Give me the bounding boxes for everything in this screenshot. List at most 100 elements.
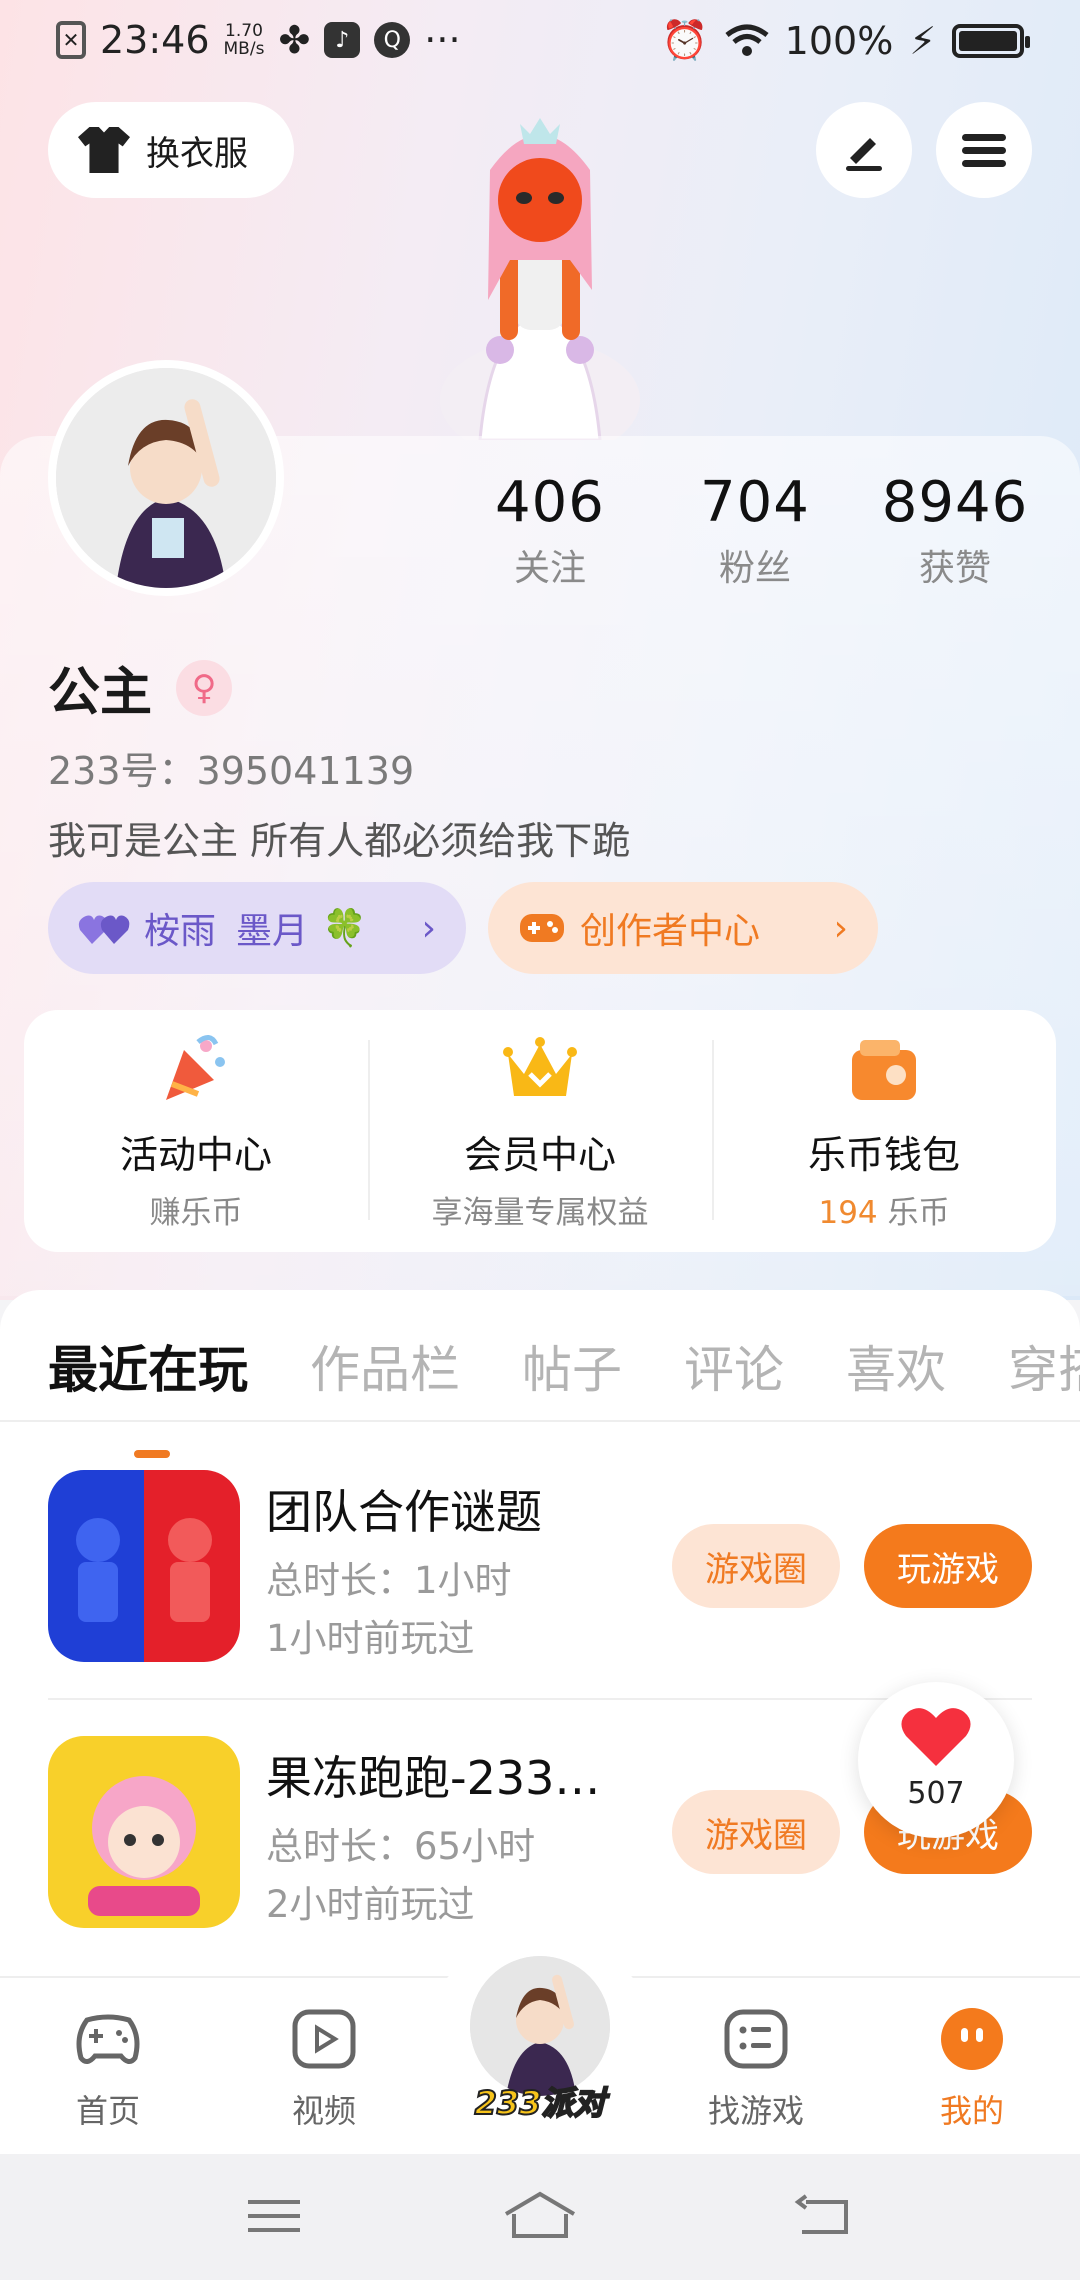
game-last-played: 1小时前玩过 <box>266 1617 475 1660</box>
likes-count: 8946 <box>881 470 1029 535</box>
q-app-icon: Q <box>374 22 411 58</box>
nav-party-avatar[interactable] <box>470 1956 610 2096</box>
heart-icon <box>901 1708 971 1766</box>
friend-name-1: 桉雨 <box>144 911 217 952</box>
hamburger-icon <box>962 128 1006 173</box>
list-icon <box>724 2009 788 2069</box>
pen-icon <box>846 138 882 171</box>
user-avatar[interactable] <box>48 360 284 596</box>
friend-pill[interactable]: 桉雨 墨月 🍀 › <box>48 882 466 974</box>
like-count: 507 <box>907 1776 965 1811</box>
activity-center[interactable]: 活动中心 赚乐币 <box>24 1010 368 1252</box>
charging-icon: ⚡ <box>909 18 936 63</box>
clover-emoji: 🍀 <box>322 908 367 949</box>
followers-label: 粉丝 <box>718 548 791 589</box>
battery-icon <box>952 23 1030 58</box>
me-face-icon <box>941 2008 1003 2070</box>
status-bar: ✕ 23:46 1.70 MB/s ✤ ♪ Q ··· ⏰ 100% ⚡ <box>0 0 1080 86</box>
stat-followers[interactable]: 704 粉丝 <box>660 470 850 591</box>
profile-tabs: 最近在玩 作品栏 帖子 评论 喜欢 穿搭 <box>48 1330 1080 1458</box>
nav-video-label: 视频 <box>291 2092 356 2130</box>
back-icon[interactable] <box>794 2188 854 2244</box>
game-circle-button[interactable]: 游戏圈 <box>672 1524 840 1608</box>
content-panel: 最近在玩 作品栏 帖子 评论 喜欢 穿搭 团队合作谜题 总时长：1小时 1小时前… <box>0 1290 1080 1980</box>
game-title: 果冻跑跑-233… <box>266 1751 601 1805</box>
creator-center-button[interactable]: 创作者中心 › <box>488 882 878 974</box>
game-last-played: 2小时前玩过 <box>266 1883 475 1926</box>
party-avatar-illustration <box>470 1956 610 2096</box>
menu-button[interactable] <box>936 102 1032 198</box>
user-bio: 我可是公主 所有人都必须给我下跪 <box>48 819 631 863</box>
following-count: 406 <box>495 470 605 535</box>
activity-center-sub: 赚乐币 <box>149 1195 243 1231</box>
profile-stats: 406 关注 704 粉丝 8946 获赞 <box>440 470 1060 591</box>
feature-card: 活动中心 赚乐币 会员中心 享海量专属权益 乐币钱包 194 乐币 <box>24 1010 1056 1252</box>
nav-video[interactable]: 视频 <box>254 2006 394 2132</box>
coin-wallet-sub: 194 乐币 <box>712 1187 1056 1232</box>
member-center-title: 会员中心 <box>463 1133 616 1177</box>
nav-find-games[interactable]: 找游戏 <box>686 2006 826 2132</box>
pinwheel-icon: ✤ <box>278 18 311 62</box>
nav-home-label: 首页 <box>75 2092 140 2130</box>
game-duration: 总时长：1小时 <box>266 1559 512 1602</box>
gamepad-icon <box>76 2014 140 2064</box>
play-video-icon <box>292 2009 356 2069</box>
game-icon-jelly-run <box>48 1736 240 1928</box>
close-box-icon: ✕ <box>56 21 86 59</box>
nav-me-label: 我的 <box>939 2092 1004 2130</box>
gamepad-icon <box>520 914 564 942</box>
system-nav-bar <box>0 2154 1080 2280</box>
recent-apps-icon[interactable] <box>244 2188 304 2244</box>
tab-outfits[interactable]: 穿搭 <box>1008 1330 1080 1402</box>
nav-me[interactable]: 我的 <box>902 2006 1042 2132</box>
wifi-icon <box>725 24 769 56</box>
tab-recently-played[interactable]: 最近在玩 <box>48 1330 248 1458</box>
game-duration: 总时长：65小时 <box>266 1825 536 1868</box>
tab-posts[interactable]: 帖子 <box>522 1330 622 1402</box>
double-heart-icon <box>78 915 130 944</box>
female-gender-icon: ♀ <box>176 659 233 716</box>
tab-comments[interactable]: 评论 <box>684 1330 784 1402</box>
coin-unit: 乐币 <box>877 1195 950 1231</box>
nav-find-label: 找游戏 <box>707 2092 804 2130</box>
chevron-right-icon: › <box>421 907 436 949</box>
net-speed: 1.70 MB/s <box>223 21 265 59</box>
followers-count: 704 <box>700 470 810 535</box>
game-circle-button[interactable]: 游戏圈 <box>672 1790 840 1874</box>
username-row: 公主 ♀ <box>48 650 233 725</box>
member-center[interactable]: 会员中心 享海量专属权益 <box>368 1010 712 1252</box>
member-center-sub: 享海量专属权益 <box>431 1195 649 1231</box>
wallet-icon <box>852 1040 916 1100</box>
avatar-illustration <box>56 368 276 588</box>
tab-works[interactable]: 作品栏 <box>310 1330 460 1402</box>
status-time: 23:46 <box>100 18 210 62</box>
user-id[interactable]: 233号：395041139 <box>48 740 414 795</box>
username: 公主 <box>48 663 153 723</box>
alarm-icon: ⏰ <box>661 18 709 62</box>
home-icon[interactable] <box>500 2188 580 2244</box>
party-popper-icon <box>166 1035 225 1100</box>
coin-balance: 194 <box>818 1195 878 1231</box>
game-row[interactable]: 团队合作谜题 总时长：1小时 1小时前玩过 游戏圈 玩游戏 <box>48 1470 1032 1666</box>
nav-home[interactable]: 首页 <box>38 2006 178 2132</box>
change-outfit-button[interactable]: 换衣服 <box>48 102 294 198</box>
nav-party-label[interactable]: 233派对 <box>440 2078 640 2124</box>
music-icon: ♪ <box>324 22 361 58</box>
stat-following[interactable]: 406 关注 <box>440 470 660 591</box>
coin-wallet-title: 乐币钱包 <box>807 1133 960 1177</box>
play-game-button[interactable]: 玩游戏 <box>864 1524 1032 1608</box>
crown-icon <box>503 1037 577 1096</box>
activity-center-title: 活动中心 <box>119 1133 272 1177</box>
battery-percent: 100% <box>784 18 894 63</box>
game-icon-team-puzzle <box>48 1470 240 1662</box>
creator-center-label: 创作者中心 <box>580 911 761 952</box>
change-outfit-label: 换衣服 <box>146 133 248 174</box>
avatar-character-illustration <box>440 118 640 440</box>
stat-likes[interactable]: 8946 获赞 <box>850 470 1060 591</box>
tab-likes[interactable]: 喜欢 <box>846 1330 946 1402</box>
coin-wallet[interactable]: 乐币钱包 194 乐币 <box>712 1010 1056 1252</box>
tab-divider <box>0 1420 1080 1422</box>
friend-name-2: 墨月 <box>236 911 309 952</box>
edit-profile-button[interactable] <box>816 102 912 198</box>
floating-like-button[interactable]: 507 <box>858 1682 1014 1838</box>
